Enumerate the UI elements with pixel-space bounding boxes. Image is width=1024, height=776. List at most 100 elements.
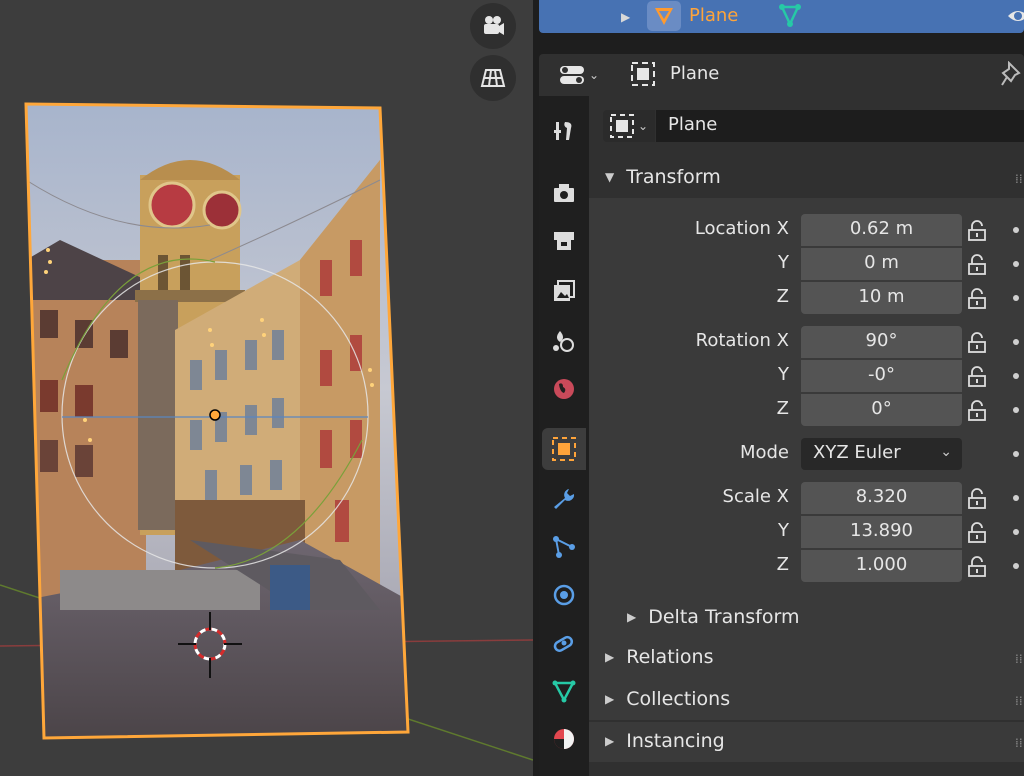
chevron-down-icon: ⌄ (638, 119, 649, 133)
rotation-mode-dropdown[interactable]: XYZ Euler ⌄ (801, 438, 962, 470)
lock-location-z-icon[interactable] (967, 288, 993, 310)
scale-y-field[interactable]: 13.890 (801, 516, 962, 548)
mesh-object-icon (647, 1, 681, 31)
properties-editor-icon (560, 66, 584, 84)
tab-tool[interactable] (542, 110, 586, 152)
tab-world[interactable] (542, 368, 586, 410)
scale-z-label: Z (776, 554, 789, 575)
rotation-z-label: Z (776, 398, 789, 419)
instancing-panel-header[interactable]: ▶ Instancing ⁞⁞ (589, 722, 1024, 762)
mesh-data-icon[interactable] (777, 2, 803, 32)
drag-grip-icon[interactable]: ⁞⁞ (1015, 652, 1023, 666)
collections-panel-header[interactable]: ▶ Collections ⁞⁞ (589, 680, 1024, 720)
tab-physics[interactable] (542, 574, 586, 616)
keyframe-dot-icon[interactable] (1013, 495, 1019, 501)
location-z-label: Z (776, 286, 789, 307)
rotation-y-field[interactable]: -0° (801, 360, 962, 392)
particles-icon (553, 536, 575, 558)
tab-particles[interactable] (542, 526, 586, 568)
chevron-down-icon: ⌄ (940, 444, 952, 460)
tab-object[interactable] (542, 428, 586, 470)
tab-view-layer[interactable] (542, 270, 586, 312)
tab-render[interactable] (542, 172, 586, 214)
drag-grip-icon[interactable]: ⁞⁞ (1015, 736, 1023, 750)
constraints-icon (553, 635, 574, 652)
scene-icon (553, 331, 574, 352)
3d-viewport[interactable] (0, 0, 533, 776)
view-layer-icon (554, 280, 575, 301)
rotation-z-field[interactable]: 0° (801, 394, 962, 426)
lock-scale-y-icon[interactable] (967, 522, 993, 544)
outliner-object-name[interactable]: Plane (689, 5, 738, 26)
tab-modifiers[interactable] (542, 478, 586, 520)
outliner-row-plane[interactable]: ▶ Plane (539, 0, 1024, 33)
location-z-field[interactable]: 10 m (801, 282, 962, 314)
lock-rotation-x-icon[interactable] (967, 332, 993, 354)
object-browse-button[interactable]: ⌄ (603, 110, 655, 142)
keyframe-dot-icon[interactable] (1013, 563, 1019, 569)
expand-triangle-icon: ▶ (627, 610, 637, 624)
object-icon (610, 114, 634, 138)
chevron-down-icon: ⌄ (589, 68, 600, 82)
visibility-eye-icon[interactable] (1007, 5, 1024, 31)
keyframe-dot-icon[interactable] (1013, 373, 1019, 379)
context-title: Plane (670, 63, 720, 84)
rotation-mode-label: Mode (739, 442, 789, 463)
world-icon (554, 379, 574, 399)
perspective-toggle-button[interactable] (470, 55, 516, 101)
tab-output[interactable] (542, 220, 586, 262)
keyframe-dot-icon[interactable] (1013, 407, 1019, 413)
location-x-field[interactable]: 0.62 m (801, 214, 962, 246)
delta-transform-header[interactable]: ▶ Delta Transform (627, 606, 799, 628)
tab-scene[interactable] (542, 320, 586, 362)
scale-z-field[interactable]: 1.000 (801, 550, 962, 582)
render-icon (554, 184, 574, 202)
object-properties-icon (552, 437, 576, 461)
camera-icon (484, 16, 504, 35)
lock-rotation-y-icon[interactable] (967, 366, 993, 388)
pin-icon[interactable] (1001, 60, 1023, 91)
image-plane[interactable] (0, 100, 420, 740)
grid-icon (480, 69, 506, 87)
keyframe-dot-icon[interactable] (1013, 227, 1019, 233)
rotation-x-field[interactable]: 90° (801, 326, 962, 358)
expand-arrow-icon[interactable]: ▶ (621, 10, 630, 24)
expand-triangle-icon: ▶ (605, 692, 615, 706)
material-icon (554, 729, 574, 749)
expand-triangle-icon: ▶ (605, 734, 615, 748)
tab-material[interactable] (542, 718, 586, 760)
lock-location-y-icon[interactable] (967, 254, 993, 276)
rotation-y-label: Y (778, 364, 789, 385)
lock-rotation-z-icon[interactable] (967, 400, 993, 422)
keyframe-dot-icon[interactable] (1013, 261, 1019, 267)
tab-constraints[interactable] (542, 622, 586, 664)
expand-triangle-icon: ▶ (605, 650, 615, 664)
drag-grip-icon[interactable]: ⁞⁞ (1015, 694, 1023, 708)
location-y-field[interactable]: 0 m (801, 248, 962, 280)
keyframe-dot-icon[interactable] (1013, 295, 1019, 301)
mesh-data-icon (552, 680, 576, 703)
keyframe-dot-icon[interactable] (1013, 529, 1019, 535)
tab-object-data[interactable] (542, 670, 586, 712)
object-datablock-selector[interactable]: ⌄ Plane (603, 110, 1024, 142)
camera-view-button[interactable] (470, 3, 516, 49)
transform-panel-header[interactable]: ▼ Transform (605, 166, 721, 188)
editor-type-dropdown[interactable]: ⌄ (559, 60, 611, 90)
scale-x-label: Scale X (722, 486, 789, 507)
location-x-label: Location X (694, 218, 789, 239)
scale-y-label: Y (778, 520, 789, 541)
output-icon (554, 232, 574, 250)
object-properties-content: ⌄ Plane ▼ Transform ⁞⁞ Location X 0.62 m … (589, 96, 1024, 776)
keyframe-dot-icon[interactable] (1013, 339, 1019, 345)
lock-location-x-icon[interactable] (967, 220, 993, 242)
relations-panel-header[interactable]: ▶ Relations ⁞⁞ (589, 638, 1024, 678)
object-name-field[interactable]: Plane (656, 110, 1024, 142)
lock-scale-z-icon[interactable] (967, 556, 993, 578)
properties-header: ⌄ Plane (539, 54, 1024, 96)
keyframe-dot-icon[interactable] (1013, 451, 1019, 457)
scale-x-field[interactable]: 8.320 (801, 482, 962, 514)
drag-grip-icon[interactable]: ⁞⁞ (1015, 172, 1023, 186)
transform-panel: Location X 0.62 m Y 0 m Z 10 m Rotation … (589, 198, 1024, 698)
lock-scale-x-icon[interactable] (967, 488, 993, 510)
right-panel: ▶ Plane ⌄ Plane ⌄ Plane ▼ Transform ⁞⁞ L… (533, 0, 1024, 776)
